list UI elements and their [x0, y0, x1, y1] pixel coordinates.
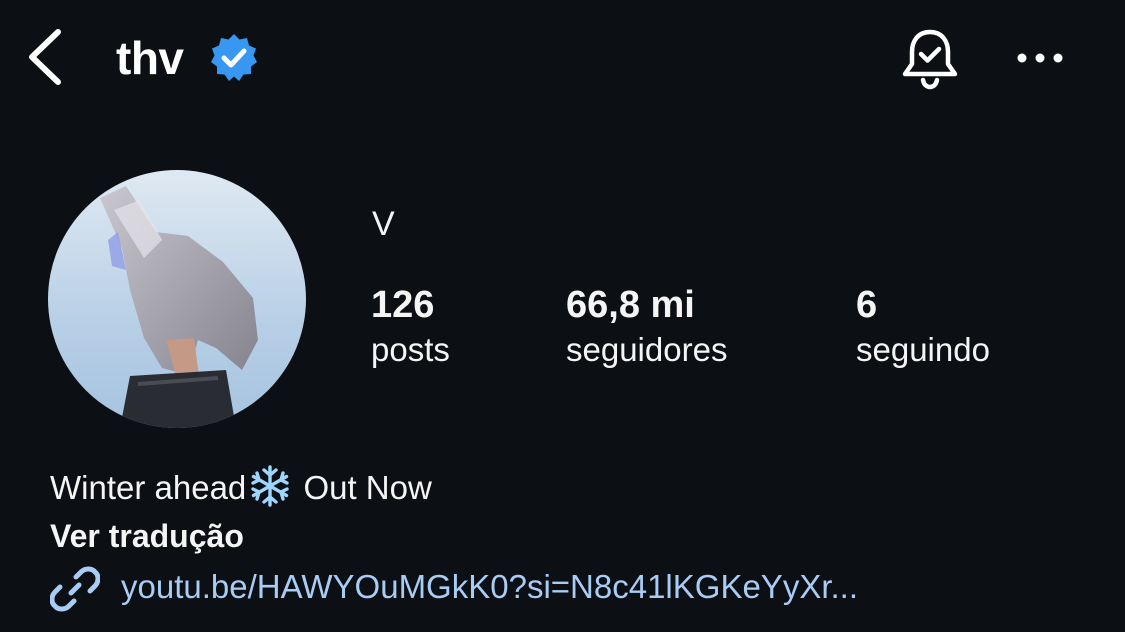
profile-header: thv [0, 0, 1125, 120]
stat-followers-count: 66,8 mi [566, 284, 695, 326]
stat-following-count: 6 [856, 284, 878, 326]
bio-text-before: Winter ahead [50, 469, 247, 506]
verified-badge-icon [208, 32, 260, 84]
see-translation-button[interactable]: Ver tradução [50, 514, 244, 558]
back-button[interactable] [22, 26, 72, 88]
stat-posts-label: posts [371, 331, 450, 368]
more-options-button[interactable] [1010, 40, 1070, 76]
stat-following[interactable]: 6 seguindo [856, 282, 990, 372]
link-icon [49, 564, 101, 614]
stat-followers[interactable]: 66,8 mi seguidores [566, 282, 727, 372]
stat-following-label: seguindo [856, 331, 990, 368]
bio-link-text: youtu.be/HAWYOuMGkK0?si=N8c41lKGKeYyXr..… [121, 568, 859, 605]
profile-avatar[interactable] [48, 170, 306, 428]
stat-posts-count: 126 [371, 284, 435, 326]
bio-text-after: Out Now [303, 469, 432, 506]
bio-link[interactable]: youtu.be/HAWYOuMGkK0?si=N8c41lKGKeYyXr..… [49, 560, 1100, 614]
more-horizontal-icon [1017, 53, 1063, 63]
stat-followers-label: seguidores [566, 331, 728, 368]
notifications-button[interactable] [896, 24, 964, 92]
profile-username: thv [116, 32, 184, 84]
stat-posts[interactable]: 126 posts [371, 282, 450, 372]
chevron-left-icon [29, 29, 61, 85]
snowflake-icon [248, 464, 292, 508]
profile-bio: Winter ahead Out Now [50, 464, 432, 511]
bell-check-icon [902, 29, 958, 90]
profile-display-name: V [372, 205, 395, 243]
